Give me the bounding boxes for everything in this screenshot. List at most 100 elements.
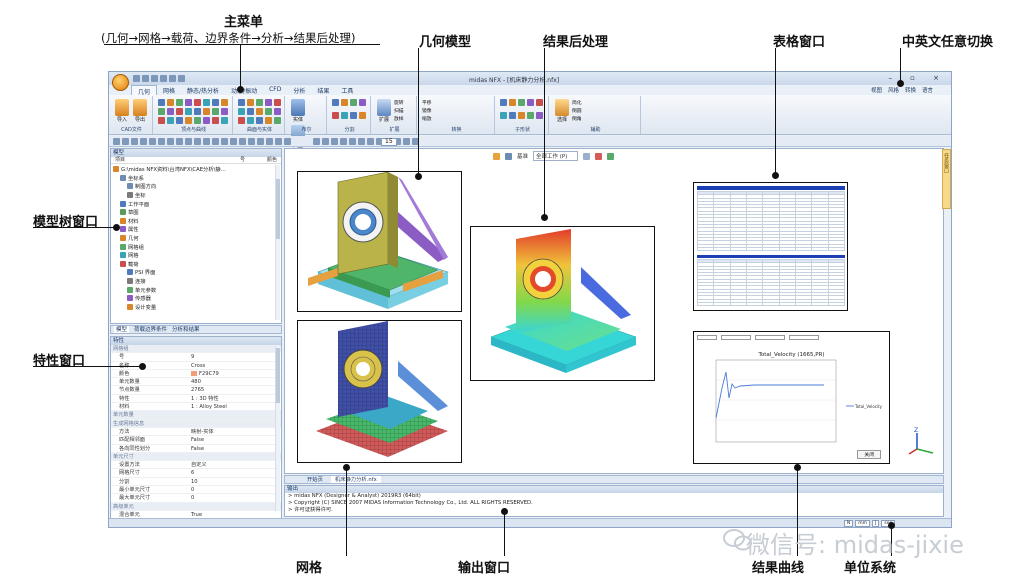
results-table-top[interactable] xyxy=(697,191,845,253)
curve-command-icon[interactable] xyxy=(212,108,219,115)
tree-item[interactable]: 网格 xyxy=(113,251,279,260)
property-value[interactable]: False xyxy=(191,445,281,452)
tree-item[interactable]: 连接 xyxy=(113,277,279,286)
property-value[interactable] xyxy=(191,345,281,352)
view-tool-icon[interactable] xyxy=(122,138,129,145)
property-section[interactable]: 单元数量 xyxy=(111,411,281,420)
curve-command-icon[interactable] xyxy=(185,108,192,115)
print-icon[interactable] xyxy=(160,75,167,82)
property-value[interactable]: 2765 xyxy=(191,386,281,393)
subshape-command-icon[interactable] xyxy=(536,112,543,119)
property-value[interactable] xyxy=(191,453,281,460)
surface-command-icon[interactable] xyxy=(265,108,272,115)
view-tool-icon[interactable] xyxy=(322,138,329,145)
view-tool-icon[interactable] xyxy=(284,138,291,145)
task-pane-strip[interactable]: 任务窗口 xyxy=(942,149,951,209)
curve-command-icon[interactable] xyxy=(203,108,210,115)
split-command-icon[interactable] xyxy=(359,112,366,119)
curve-command-icon[interactable] xyxy=(167,117,174,124)
curve-command-icon[interactable] xyxy=(203,99,210,106)
ribbon-tab[interactable]: 工具 xyxy=(335,85,359,95)
curve-command-icon[interactable] xyxy=(203,117,210,124)
language-menu[interactable]: 语言 xyxy=(922,86,933,94)
property-row[interactable]: 颜色 F29C79 xyxy=(111,370,281,379)
curve-command-icon[interactable] xyxy=(185,99,192,106)
surface-command-icon[interactable] xyxy=(256,99,263,106)
surface-command-icon[interactable] xyxy=(274,117,281,124)
tree-item[interactable]: 传感器 xyxy=(113,294,279,303)
subshape-command-icon[interactable] xyxy=(527,99,534,106)
property-section[interactable]: 高级单元 xyxy=(111,502,281,511)
property-value[interactable]: 1 : 3D 特性 xyxy=(191,395,281,402)
subshape-command-icon[interactable] xyxy=(527,112,534,119)
move-command[interactable]: 平移 xyxy=(422,99,491,106)
view-tool-icon[interactable] xyxy=(239,138,246,145)
subshape-command-icon[interactable] xyxy=(518,99,525,106)
surface-command-icon[interactable] xyxy=(247,108,254,115)
view-tool-icon[interactable] xyxy=(349,138,356,145)
property-section[interactable]: 单元尺寸 xyxy=(111,452,281,462)
chart-filter-4[interactable] xyxy=(789,334,819,340)
ribbon-tab[interactable]: 动态/振动 xyxy=(225,85,263,95)
curve-command-icon[interactable] xyxy=(212,117,219,124)
style-menu[interactable]: 风格 xyxy=(888,86,899,94)
curve-command-icon[interactable] xyxy=(221,108,228,115)
delete-icon[interactable] xyxy=(595,152,603,160)
split-command-icon[interactable] xyxy=(332,99,339,106)
undo-icon[interactable] xyxy=(169,75,176,82)
view-tool-icon[interactable] xyxy=(313,138,320,145)
tree-item[interactable]: 设计变量 xyxy=(113,303,279,312)
property-row[interactable]: 节点数量 2765 xyxy=(111,386,281,395)
results-table-bottom[interactable] xyxy=(697,259,845,309)
chamfer-command[interactable]: 倒角 xyxy=(572,115,582,122)
property-value[interactable]: 自定义 xyxy=(191,461,281,468)
fillet-command[interactable]: 倒圆 xyxy=(572,107,582,114)
curve-command-icon[interactable] xyxy=(176,99,183,106)
view-tool-icon[interactable] xyxy=(266,138,273,145)
hide-icon[interactable] xyxy=(607,152,615,160)
chart-close-button[interactable]: 关闭 xyxy=(857,450,881,459)
curve-command-icon[interactable] xyxy=(176,117,183,124)
ribbon-tab[interactable]: 几何 xyxy=(131,85,158,96)
redo-icon[interactable] xyxy=(178,75,185,82)
property-row[interactable]: 最小单元尺寸 0 xyxy=(111,486,281,495)
property-row[interactable]: 单元数量 480 xyxy=(111,378,281,387)
view-tool-icon[interactable] xyxy=(230,138,237,145)
subshape-command-icon[interactable] xyxy=(509,99,516,106)
subshape-command-icon[interactable] xyxy=(500,112,507,119)
ribbon-tab[interactable]: CFD xyxy=(263,85,287,95)
surface-command-icon[interactable] xyxy=(274,99,281,106)
property-value[interactable]: 10 xyxy=(191,478,281,485)
surface-command-icon[interactable] xyxy=(238,99,245,106)
chart-filter-3[interactable] xyxy=(755,334,785,340)
property-row[interactable]: 网格尺寸 6 xyxy=(111,469,281,478)
property-row[interactable]: 设置方法 自定义 xyxy=(111,461,281,470)
tree-item[interactable]: 坐标 xyxy=(113,191,279,200)
property-value[interactable]: Cross xyxy=(191,362,281,369)
zoom-select[interactable]: 15 xyxy=(381,138,397,146)
surface-command-icon[interactable] xyxy=(256,108,263,115)
property-value[interactable]: 0 xyxy=(191,494,281,501)
select-icon[interactable] xyxy=(555,99,569,116)
view-tool-icon[interactable] xyxy=(212,138,219,145)
chart-filter-1[interactable] xyxy=(697,334,717,340)
import-icon[interactable] xyxy=(115,99,129,116)
model-tree[interactable]: G:\midas NFX资料\台湾NFX\CAE分析\静... 坐标系 制图方向 坐标… xyxy=(111,164,281,312)
application-menu-button[interactable] xyxy=(112,74,129,91)
tab-analysis-results[interactable]: 分析和结果 xyxy=(172,326,200,333)
tree-item[interactable]: 单元参数 xyxy=(113,285,279,294)
new-icon[interactable] xyxy=(133,75,140,82)
tree-scrollbar[interactable] xyxy=(275,165,280,320)
property-row[interactable]: 分割 10 xyxy=(111,478,281,487)
split-command-icon[interactable] xyxy=(341,112,348,119)
ribbon-tab[interactable]: 网格 xyxy=(157,85,181,95)
surface-command-icon[interactable] xyxy=(238,108,245,115)
property-row[interactable]: 方法 映射-实体 xyxy=(111,428,281,437)
sweep-command[interactable]: 扫描 xyxy=(394,107,404,114)
tree-item[interactable]: 草图 xyxy=(113,208,279,217)
curve-command-icon[interactable] xyxy=(221,117,228,124)
view-tool-icon[interactable] xyxy=(131,138,138,145)
property-color-cell[interactable]: F29C79 xyxy=(191,370,281,377)
tab-model-file[interactable]: 机床静力分析.nfx xyxy=(330,476,381,483)
curve-command-icon[interactable] xyxy=(167,99,174,106)
